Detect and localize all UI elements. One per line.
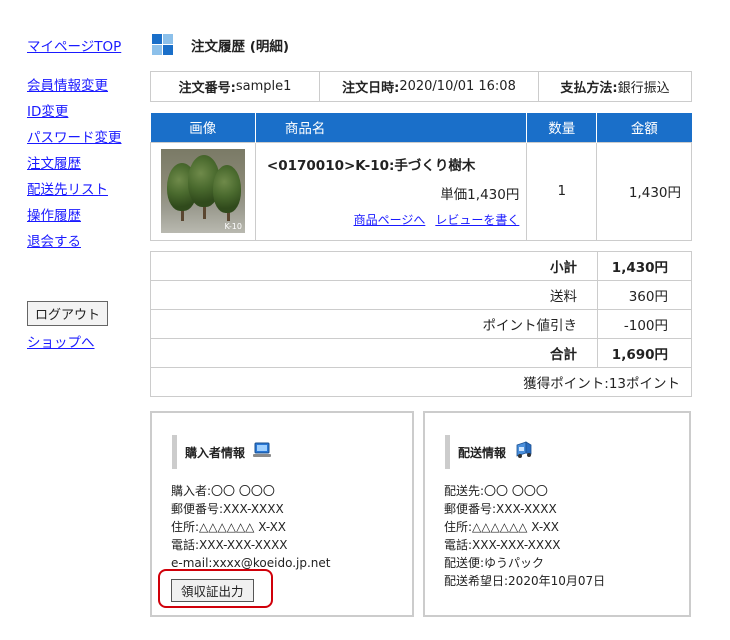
column-header-amount: 金額 (596, 113, 692, 142)
earned-points: 獲得ポイント:13ポイント (150, 367, 692, 397)
shop-link[interactable]: ショップへ (27, 331, 95, 351)
earned-points-row: 獲得ポイント:13ポイント (150, 367, 692, 397)
shipping-info-heading: 配送情報 (445, 435, 534, 469)
shipping-address: 住所:△△△△△△ X-XX (444, 520, 560, 534)
shipping-fee-row: 送料 360円 (150, 280, 692, 310)
sidebar-link-password-change[interactable]: パスワード変更 (27, 125, 137, 151)
shipping-recipient: 配送先:〇〇 〇〇〇 (444, 484, 548, 498)
buyer-postal-code: 郵便番号:XXX-XXXX (171, 502, 284, 516)
subtotal-label: 小計 (150, 251, 598, 281)
point-discount-label: ポイント値引き (150, 309, 598, 339)
column-header-quantity: 数量 (526, 113, 598, 142)
order-date-value: 2020/10/01 16:08 (399, 79, 516, 94)
buyer-address: 住所:△△△△△△ X-XX (171, 520, 287, 534)
shipping-fee-label: 送料 (150, 280, 598, 310)
sidebar-link-id-change[interactable]: ID変更 (27, 99, 137, 125)
buyer-name: 購入者:〇〇 〇〇〇 (171, 484, 275, 498)
receipt-output-button[interactable]: 領収証出力 (171, 579, 254, 602)
point-discount-row: ポイント値引き -100円 (150, 309, 692, 339)
sidebar-nav: マイページTOP 会員情報変更 ID変更 パスワード変更 注文履歴 配送先リスト… (27, 34, 137, 255)
column-header-product-name: 商品名 (255, 113, 528, 142)
payment-method: 支払方法: 銀行振込 (539, 72, 691, 101)
product-image-cell: K-10 (150, 141, 256, 241)
payment-method-label: 支払方法: (560, 81, 618, 96)
buyer-info-details: 購入者:〇〇 〇〇〇 郵便番号:XXX-XXXX 住所:△△△△△△ X-XX … (171, 482, 330, 572)
table-row: K-10 <0170010>K-10:手づくり樹木 単価1,430円 商品ページ… (150, 141, 692, 241)
product-name: <0170010>K-10:手づくり樹木 (266, 158, 476, 174)
order-number-label: 注文番号: (178, 81, 236, 96)
product-thumbnail[interactable]: K-10 (160, 149, 245, 233)
subtotal-row: 小計 1,430円 (150, 251, 692, 281)
delivery-truck-icon (514, 441, 534, 463)
sidebar-link-address-list[interactable]: 配送先リスト (27, 177, 137, 203)
buyer-phone: 電話:XXX-XXX-XXXX (171, 538, 288, 552)
section-logo-icon (152, 34, 174, 56)
sidebar-link-mypage-top[interactable]: マイページTOP (27, 34, 137, 60)
quantity-cell: 1 (526, 141, 598, 241)
shipping-phone: 電話:XXX-XXX-XXXX (444, 538, 561, 552)
sidebar-link-order-history[interactable]: 注文履歴 (27, 151, 137, 177)
buyer-info-heading: 購入者情報 (172, 435, 272, 469)
write-review-link[interactable]: レビューを書く (435, 213, 519, 227)
shipping-desired-date: 配送希望日:2020年10月07日 (444, 574, 606, 588)
order-number: 注文番号: sample1 (151, 72, 320, 101)
order-number-value: sample1 (235, 79, 292, 94)
amount-cell: 1,430円 (596, 141, 692, 241)
total-label: 合計 (150, 338, 598, 368)
product-page-link[interactable]: 商品ページへ (354, 213, 426, 227)
product-links: 商品ページへ レビューを書く (256, 211, 526, 228)
computer-icon (253, 442, 272, 462)
order-totals-table: 小計 1,430円 送料 360円 ポイント値引き -100円 合計 1,690… (150, 251, 692, 397)
page-title: 注文履歴 (明細) (191, 39, 290, 55)
point-discount-value: -100円 (597, 309, 692, 339)
shipping-info-details: 配送先:〇〇 〇〇〇 郵便番号:XXX-XXXX 住所:△△△△△△ X-XX … (444, 482, 605, 590)
sidebar-link-withdraw[interactable]: 退会する (27, 229, 137, 255)
subtotal-value: 1,430円 (597, 251, 692, 281)
logout-button[interactable]: ログアウト (27, 301, 109, 326)
shipping-postal-code: 郵便番号:XXX-XXXX (444, 502, 557, 516)
shipping-carrier: 配送便:ゆうパック (444, 556, 545, 570)
order-info-bar: 注文番号: sample1 注文日時: 2020/10/01 16:08 支払方法:… (150, 71, 692, 102)
sidebar-link-operation-history[interactable]: 操作履歴 (27, 203, 137, 229)
shipping-fee-value: 360円 (597, 280, 692, 310)
total-value: 1,690円 (597, 338, 692, 368)
product-info-cell: <0170010>K-10:手づくり樹木 単価1,430円 商品ページへ レビュー… (254, 141, 528, 241)
order-date-label: 注文日時: (342, 81, 400, 96)
column-header-image: 画像 (150, 113, 256, 142)
sidebar-link-member-info[interactable]: 会員情報変更 (27, 73, 137, 99)
page-header: 注文履歴 (明細) (152, 32, 289, 58)
shipping-info-box: 配送情報 配送先:〇〇 〇〇〇 郵便番号:XXX-XXXX 住所:△△△△△△ … (423, 411, 691, 617)
order-date: 注文日時: 2020/10/01 16:08 (320, 72, 539, 101)
payment-method-value: 銀行振込 (617, 81, 670, 96)
table-header-row: 画像 商品名 数量 金額 (150, 113, 692, 142)
order-items-table: 画像 商品名 数量 金額 K-10 <0170010>K-10:手づくり樹木 単… (150, 113, 692, 241)
buyer-info-title: 購入者情報 (185, 445, 246, 460)
total-row: 合計 1,690円 (150, 338, 692, 368)
thumbnail-caption: K-10 (224, 222, 242, 231)
unit-price: 単価1,430円 (440, 187, 520, 203)
shipping-info-title: 配送情報 (458, 445, 507, 460)
